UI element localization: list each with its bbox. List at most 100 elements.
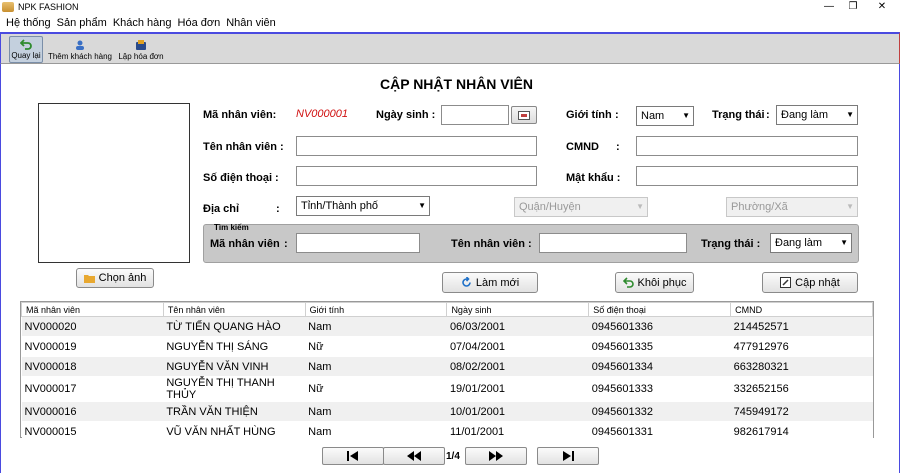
cell-gender: Nam: [305, 316, 447, 337]
table-row[interactable]: NV000016 TRẦN VĂN THIỆN Nam 10/01/2001 09456…: [21, 401, 873, 422]
next-page-button[interactable]: [465, 447, 527, 465]
status-colon: :: [766, 109, 770, 121]
column-header-name[interactable]: Tên nhân viên: [162, 302, 306, 317]
search-name-field[interactable]: [539, 233, 687, 253]
province-selected: Tỉnh/Thành phố: [301, 200, 379, 212]
date-picker-button[interactable]: [511, 106, 537, 124]
gender-select[interactable]: Nam ▼: [636, 106, 694, 126]
choose-photo-button[interactable]: Chọn ảnh: [76, 268, 154, 288]
district-select[interactable]: Quận/Huyện ▼: [514, 197, 648, 217]
cell-name: VŨ VĂN NHẤT HÙNG: [163, 421, 306, 442]
table-row[interactable]: NV000018 NGUYỄN VĂN VINH Nam 08/02/2001 0945…: [21, 356, 873, 377]
chevron-down-icon: ▼: [846, 202, 854, 211]
cell-dob: 19/01/2001: [446, 376, 589, 402]
id-card-field[interactable]: [636, 136, 858, 156]
password-label: Mật khẩu :: [566, 172, 621, 184]
cell-id-card: 663280321: [730, 356, 873, 377]
rewind-icon: [407, 451, 421, 461]
menu-products[interactable]: Sản phẩm: [57, 17, 107, 29]
search-status-selected: Đang làm: [775, 237, 823, 249]
create-invoice-label: Lập hóa đơn: [118, 52, 164, 61]
title-bar: NPK FASHION — ❐ ✕: [0, 0, 900, 14]
cell-name: NGUYỄN VĂN VINH: [163, 356, 306, 377]
cell-id: NV000019: [21, 336, 164, 357]
search-name-label: Tên nhân viên :: [451, 238, 532, 250]
edit-icon: [780, 277, 792, 288]
back-label: Quay lại: [11, 51, 41, 60]
chevron-down-icon: ▼: [846, 110, 854, 119]
chevron-down-icon: ▼: [636, 202, 644, 211]
window-title: NPK FASHION: [18, 2, 79, 12]
gender-selected: Nam: [641, 110, 665, 122]
chevron-down-icon: ▼: [418, 201, 426, 210]
page-title: CẬP NHẬT NHÂN VIÊN: [380, 76, 533, 92]
phone-label: Số điện thoại: [203, 172, 273, 184]
employee-id-value: NV000001: [296, 108, 348, 120]
column-header-phone[interactable]: Số điện thoại: [588, 302, 732, 317]
search-status-label: Trạng thái :: [701, 238, 761, 250]
dob-label: Ngày sinh :: [376, 109, 436, 121]
undo-icon: [622, 277, 634, 288]
search-status-select[interactable]: Đang làm ▼: [770, 233, 852, 253]
add-customer-button[interactable]: Thêm khách hàng: [46, 36, 114, 63]
cell-phone: 0945601336: [588, 316, 731, 337]
province-select[interactable]: Tỉnh/Thành phố ▼: [296, 196, 430, 216]
refresh-button[interactable]: Làm mới: [442, 272, 538, 293]
update-label: Cập nhật: [795, 276, 840, 289]
calendar-icon: [518, 110, 530, 120]
search-id-field[interactable]: [296, 233, 420, 253]
table-row[interactable]: NV000020 TỪ TIẾN QUANG HÀO Nam 06/03/2001 09…: [21, 316, 873, 337]
cell-phone: 0945601332: [588, 401, 731, 422]
employee-photo: [38, 103, 190, 263]
refresh-icon: [462, 277, 471, 287]
previous-page-button[interactable]: [383, 447, 445, 465]
last-page-button[interactable]: [537, 447, 599, 465]
page-indicator: 1/4: [446, 451, 460, 462]
update-button[interactable]: Cập nhật: [762, 272, 858, 293]
cell-id-card: 214452571: [730, 316, 873, 337]
table-row[interactable]: NV000015 VŨ VĂN NHẤT HÙNG Nam 11/01/2001 094…: [21, 421, 873, 442]
restore-data-label: Khôi phục: [637, 276, 687, 289]
menu-invoices[interactable]: Hóa đơn: [178, 17, 221, 29]
phone-field[interactable]: [296, 166, 537, 186]
cell-id: NV000017: [21, 376, 164, 402]
column-header-dob[interactable]: Ngày sinh: [446, 302, 590, 317]
cell-phone: 0945601334: [588, 356, 731, 377]
ward-select[interactable]: Phường/Xã ▼: [726, 197, 858, 217]
cell-name: TỪ TIẾN QUANG HÀO: [163, 316, 306, 337]
table-header-row: Mã nhân viên Tên nhân viên Giới tính Ngà…: [21, 302, 873, 317]
password-field[interactable]: [636, 166, 858, 186]
back-button[interactable]: Quay lại: [9, 36, 43, 63]
column-header-gender[interactable]: Giới tính: [304, 302, 448, 317]
close-button[interactable]: ✕: [868, 0, 896, 14]
cell-phone: 0945601333: [588, 376, 731, 402]
dob-field[interactable]: [441, 105, 509, 125]
search-id-label: Mã nhân viên: [210, 238, 280, 250]
ward-selected: Phường/Xã: [731, 201, 788, 213]
menu-system[interactable]: Hệ thống: [6, 17, 51, 29]
gender-colon: :: [615, 109, 619, 121]
app-icon: [2, 2, 14, 12]
status-selected: Đang làm: [781, 109, 829, 121]
cell-gender: Nam: [305, 421, 447, 442]
status-select[interactable]: Đang làm ▼: [776, 105, 858, 125]
name-field[interactable]: [296, 136, 537, 156]
create-invoice-button[interactable]: Lập hóa đơn: [116, 36, 166, 63]
back-arrow-icon: [20, 39, 32, 50]
status-label: Trạng thái: [712, 109, 765, 121]
cell-dob: 11/01/2001: [446, 421, 589, 442]
cell-dob: 07/04/2001: [446, 336, 589, 357]
column-header-id-card[interactable]: CMND: [730, 302, 873, 317]
menu-customers[interactable]: Khách hàng: [113, 17, 172, 29]
table-row[interactable]: NV000019 NGUYỄN THỊ SÁNG Nữ 07/04/2001 09456…: [21, 336, 873, 357]
first-page-icon: [347, 451, 358, 461]
first-page-button[interactable]: [322, 447, 384, 465]
column-header-id[interactable]: Mã nhân viên: [21, 302, 164, 317]
employee-id-label: Mã nhân viên:: [203, 109, 277, 121]
restore-data-button[interactable]: Khôi phục: [615, 272, 694, 293]
menu-employees[interactable]: Nhân viên: [226, 17, 276, 29]
table-row[interactable]: NV000017 NGUYỄN THỊ THANH THỦY Nữ 19/01/200…: [21, 376, 873, 402]
restore-button[interactable]: ❐: [839, 0, 867, 14]
phone-colon: :: [275, 172, 279, 184]
cell-id: NV000016: [21, 401, 164, 422]
